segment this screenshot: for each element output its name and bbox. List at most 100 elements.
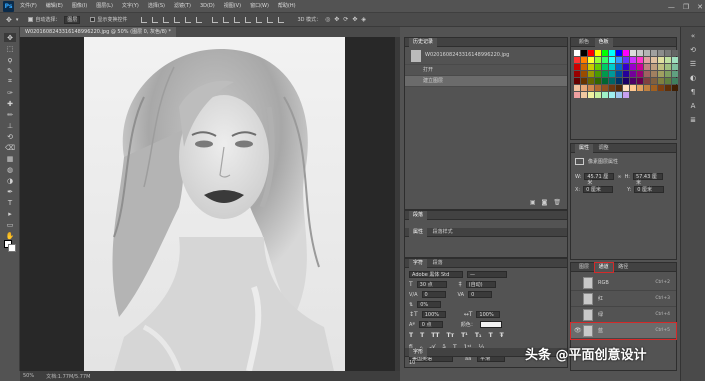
channel-row[interactable]: 红 Ctrl+3 xyxy=(571,291,676,307)
history-snapshot[interactable]: W0201608243316148996220.jpg xyxy=(405,47,567,65)
menu-item[interactable]: 编辑(E) xyxy=(46,0,63,13)
camera-icon[interactable]: ◙ xyxy=(542,199,548,206)
color-swatch[interactable] xyxy=(602,78,608,84)
color-swatch[interactable] xyxy=(602,85,608,91)
vertical-scale-field[interactable]: 100% xyxy=(421,311,446,318)
align-hcenter-icon[interactable] xyxy=(185,16,192,23)
history-brush-tool-icon[interactable]: ⟲ xyxy=(4,132,16,141)
path-select-tool-icon[interactable]: ▸ xyxy=(4,209,16,218)
chevron-down-icon[interactable]: ▾ xyxy=(16,17,19,23)
new-document-icon[interactable]: ▣ xyxy=(530,199,536,206)
color-swatch[interactable] xyxy=(581,78,587,84)
menu-item[interactable]: 窗口(W) xyxy=(250,0,269,13)
color-swatch[interactable] xyxy=(581,50,587,56)
tab-paths[interactable]: 路径 xyxy=(614,263,632,272)
tab-history[interactable]: 历史记录 xyxy=(409,38,438,47)
adjustments-icon[interactable]: ◐ xyxy=(687,74,699,83)
distribute-top-icon[interactable] xyxy=(212,16,219,23)
color-swatch[interactable] xyxy=(651,50,657,56)
color-swatch[interactable] xyxy=(672,85,678,91)
color-swatch[interactable] xyxy=(574,78,580,84)
history-item[interactable]: 打开 xyxy=(405,65,567,76)
color-swatch[interactable] xyxy=(609,92,615,98)
color-swatch[interactable] xyxy=(637,50,643,56)
color-swatch[interactable] xyxy=(623,71,629,77)
tab-paragraph-2[interactable]: 段落 xyxy=(429,259,447,268)
color-swatch[interactable] xyxy=(630,57,636,63)
align-vcenter-icon[interactable] xyxy=(152,16,159,23)
color-swatch[interactable] xyxy=(588,64,594,70)
color-swatch[interactable] xyxy=(651,71,657,77)
blur-tool-icon[interactable]: ◍ xyxy=(4,165,16,174)
hand-tool-icon[interactable]: ✋ xyxy=(4,231,16,240)
color-swatch[interactable] xyxy=(595,57,601,63)
color-swatch[interactable] xyxy=(665,85,671,91)
tracking-field[interactable]: 0 xyxy=(468,291,493,298)
faux-italic-button[interactable]: T xyxy=(420,332,424,339)
color-swatch[interactable] xyxy=(595,50,601,56)
tab-paragraph-styles[interactable]: 段落样式 xyxy=(429,228,457,237)
close-button[interactable]: ✕ xyxy=(697,3,703,11)
tab-character[interactable]: 字符 xyxy=(409,259,428,268)
move-tool-icon[interactable]: ✥ xyxy=(6,16,12,24)
channel-row[interactable]: 绿 Ctrl+4 xyxy=(571,307,676,323)
width-field[interactable]: 45.71 厘米 xyxy=(584,173,615,186)
channel-row[interactable]: RGB Ctrl+2 xyxy=(571,275,676,291)
tab-channels[interactable]: 通道 xyxy=(593,262,614,273)
color-swatch[interactable] xyxy=(574,92,580,98)
crop-tool-icon[interactable]: ⌗ xyxy=(4,77,16,86)
gradient-tool-icon[interactable]: ▦ xyxy=(4,154,16,163)
color-swatch[interactable] xyxy=(672,71,678,77)
color-swatch[interactable] xyxy=(637,57,643,63)
lasso-tool-icon[interactable]: ϙ xyxy=(4,55,16,64)
color-swatch[interactable] xyxy=(602,92,608,98)
text-color-swatch[interactable] xyxy=(479,321,502,328)
tab-color[interactable]: 颜色 xyxy=(575,38,593,47)
3d-mode-icons[interactable]: ◎✥⟳✥◈ xyxy=(325,16,370,23)
color-swatch[interactable] xyxy=(588,71,594,77)
horizontal-scale-field[interactable]: 100% xyxy=(476,311,501,318)
color-swatch[interactable] xyxy=(581,71,587,77)
color-swatch[interactable] xyxy=(609,57,615,63)
healing-tool-icon[interactable]: ✚ xyxy=(4,99,16,108)
color-swatch[interactable] xyxy=(588,85,594,91)
underline-button[interactable]: T xyxy=(489,332,493,339)
color-swatch[interactable] xyxy=(602,64,608,70)
font-size-field[interactable]: 30 点 xyxy=(416,281,447,288)
color-swatch[interactable] xyxy=(630,71,636,77)
color-swatch[interactable] xyxy=(595,78,601,84)
shape-tool-icon[interactable]: ▭ xyxy=(4,220,16,229)
pen-tool-icon[interactable]: ✒ xyxy=(4,187,16,196)
color-swatch[interactable] xyxy=(588,92,594,98)
color-swatch[interactable] xyxy=(672,50,678,56)
paragraph-icon[interactable]: ¶ xyxy=(687,88,699,97)
color-swatch[interactable] xyxy=(616,85,622,91)
color-swatch[interactable] xyxy=(623,57,629,63)
color-swatch[interactable] xyxy=(630,50,636,56)
color-swatch[interactable] xyxy=(595,92,601,98)
color-swatch[interactable] xyxy=(637,85,643,91)
color-swatch[interactable] xyxy=(665,64,671,70)
small-caps-button[interactable]: Tт xyxy=(447,332,455,339)
color-swatch[interactable] xyxy=(595,85,601,91)
color-swatch[interactable] xyxy=(581,92,587,98)
tab-adjustments[interactable]: 调整 xyxy=(595,144,613,153)
layers-icon[interactable]: ≣ xyxy=(687,116,699,125)
color-swatch[interactable] xyxy=(616,57,622,63)
color-swatch[interactable] xyxy=(616,50,622,56)
superscript-button[interactable]: T¹ xyxy=(461,332,468,339)
color-swatch[interactable] xyxy=(644,85,650,91)
auto-align-icon[interactable] xyxy=(278,16,285,23)
tab-swatches[interactable]: 色板 xyxy=(594,38,613,47)
menu-item[interactable]: 3D(D) xyxy=(200,0,215,13)
kerning-field[interactable]: 0 xyxy=(421,291,446,298)
strikethrough-button[interactable]: Ŧ xyxy=(500,332,504,339)
baseline-field[interactable]: 0 点 xyxy=(418,321,443,328)
color-swatch[interactable] xyxy=(616,78,622,84)
tab-properties-right[interactable]: 属性 xyxy=(575,144,594,153)
color-swatch[interactable] xyxy=(609,50,615,56)
align-right-icon[interactable] xyxy=(196,16,203,23)
color-swatch[interactable] xyxy=(616,71,622,77)
color-swatch[interactable] xyxy=(602,71,608,77)
distribute-bottom-icon[interactable] xyxy=(234,16,241,23)
